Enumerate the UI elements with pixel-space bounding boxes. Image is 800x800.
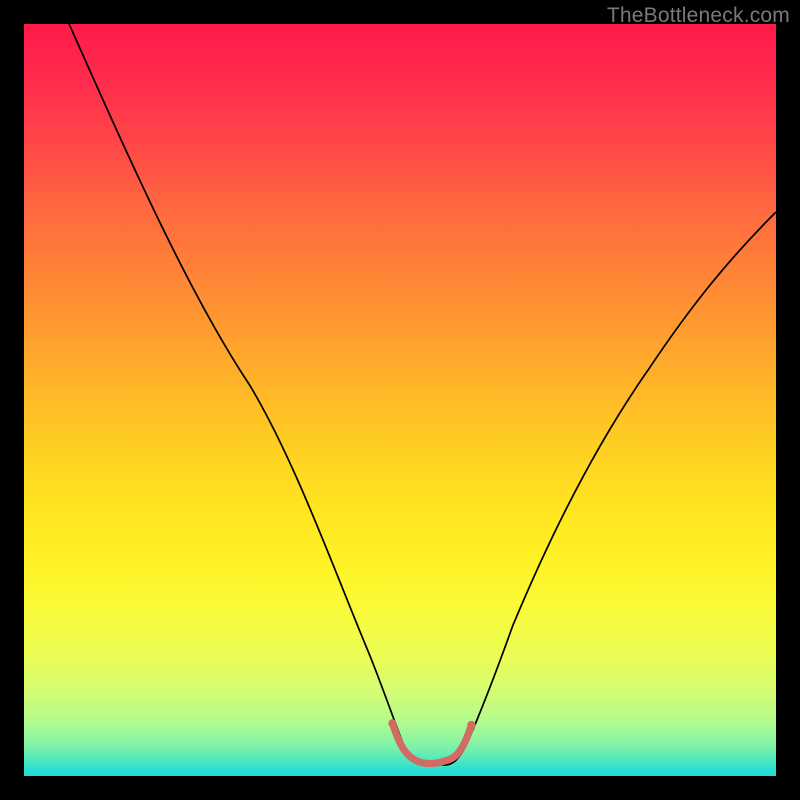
watermark-text: TheBottleneck.com (607, 4, 790, 28)
chart-frame: TheBottleneck.com (0, 0, 800, 800)
chart-plot-area (24, 24, 776, 776)
optimal-band (392, 723, 471, 763)
chart-curves (24, 24, 776, 776)
bottleneck-curve (69, 24, 776, 765)
optimal-band-end-dot (467, 721, 475, 729)
optimal-band-start-dot (388, 719, 396, 727)
